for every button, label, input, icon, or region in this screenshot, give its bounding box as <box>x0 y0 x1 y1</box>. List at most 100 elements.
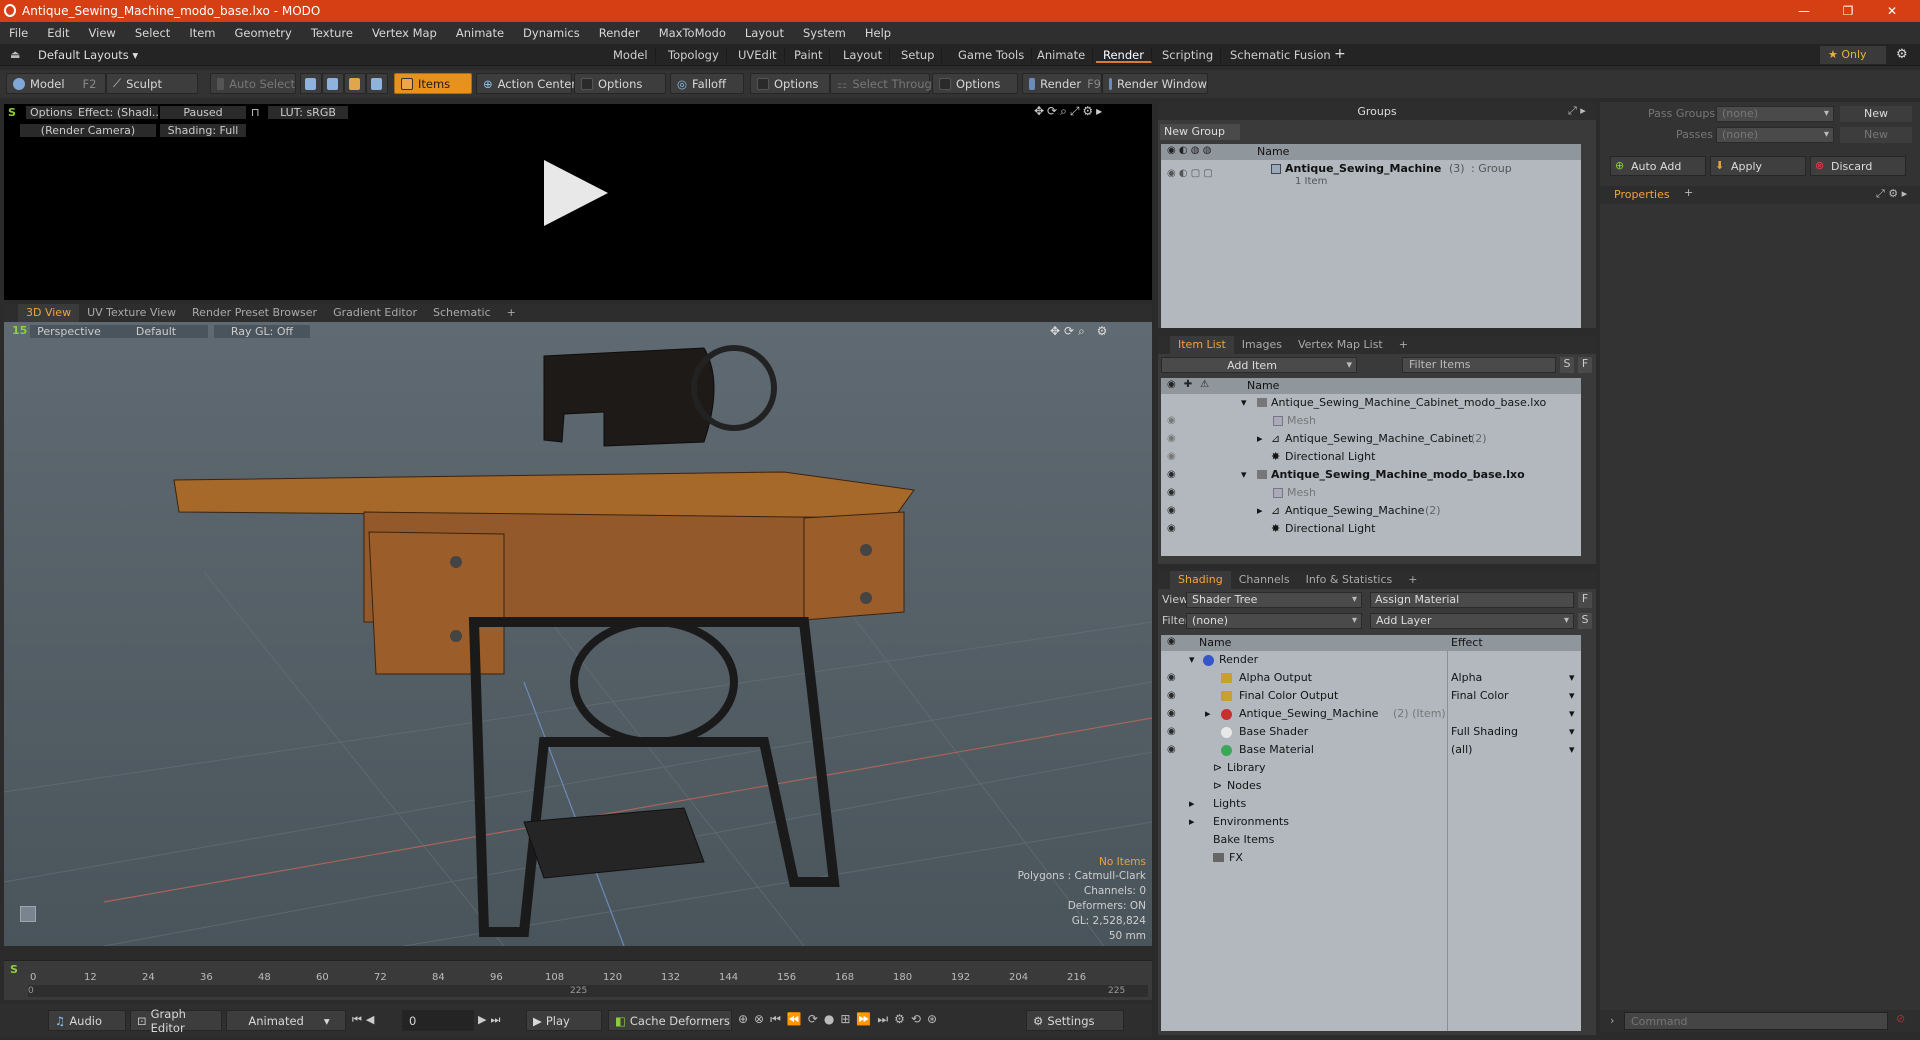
visibility-eye-icon[interactable]: ◉ <box>1167 744 1179 756</box>
pass-groups-dropdown[interactable]: (none) <box>1716 106 1834 122</box>
perspective-dropdown[interactable]: Perspective <box>30 325 108 338</box>
menu-edit[interactable]: Edit <box>38 26 79 40</box>
list-item-directional-light-1[interactable]: ◉ ✸ Directional Light <box>1161 448 1581 466</box>
list-item-cabinet-file[interactable]: ▾ Antique_Sewing_Machine_Cabinet_modo_ba… <box>1161 394 1581 412</box>
tab-channels[interactable]: Channels <box>1231 571 1298 589</box>
layout-gear-icon[interactable]: ⚙ <box>1896 47 1908 62</box>
graph-editor-button[interactable]: ⊡ Graph Editor <box>130 1007 222 1035</box>
visibility-eye-icon[interactable]: ◉ <box>1167 469 1179 481</box>
menu-texture[interactable]: Texture <box>302 26 363 40</box>
tab-game-tools[interactable]: Game Tools <box>951 47 1033 63</box>
tab-shading[interactable]: Shading <box>1170 571 1231 589</box>
assign-material-button[interactable]: Assign Material <box>1370 592 1574 608</box>
list-item-cabinet-group[interactable]: ◉ ▸ ⊿ Antique_Sewing_Machine_Cabinet (2) <box>1161 430 1581 448</box>
shader-row-lights[interactable]: ▸ Lights <box>1161 795 1581 813</box>
play-render-icon[interactable] <box>544 160 608 226</box>
visibility-eye-icon[interactable]: ◉ <box>1167 708 1179 720</box>
shader-row-base-material[interactable]: ◉ Base Material (all) ▾ <box>1161 741 1581 759</box>
tab-model[interactable]: Model <box>606 47 656 63</box>
lock-icon[interactable]: ⊓ <box>251 106 260 119</box>
item-list[interactable]: ◉✚⚠ Name ▾ Antique_Sewing_Machine_Cabine… <box>1161 378 1581 556</box>
render-button[interactable]: Render F9 <box>1022 73 1102 94</box>
select-vertices-button[interactable] <box>300 73 322 94</box>
tab-setup[interactable]: Setup <box>894 47 943 63</box>
sculpt-mode-button[interactable]: ⟋ Sculpt <box>106 73 198 94</box>
visibility-eye-icon[interactable]: ◉ <box>1167 505 1179 517</box>
tab-info-statistics[interactable]: Info & Statistics <box>1298 571 1401 589</box>
filter-items-input[interactable]: Filter Items <box>1402 357 1556 373</box>
discard-button[interactable]: ⊗ Discard <box>1810 156 1906 176</box>
close-button[interactable]: ✕ <box>1870 0 1914 22</box>
chevron-down-icon[interactable]: ▾ <box>1569 687 1575 705</box>
shader-item-effect[interactable]: Full Shading <box>1451 723 1518 741</box>
command-expand-icon[interactable]: › <box>1610 1014 1614 1027</box>
shader-row-nodes[interactable]: ⊳ Nodes <box>1161 777 1581 795</box>
auto-add-button[interactable]: ⊕ Auto Add <box>1610 156 1706 176</box>
tab-uvedit[interactable]: UVEdit <box>731 47 785 63</box>
item-list-s-button[interactable]: S <box>1560 357 1574 373</box>
render-window-button[interactable]: Render Window <box>1102 73 1208 94</box>
menu-file[interactable]: File <box>0 26 38 40</box>
add-tab-button[interactable]: + <box>1334 46 1346 62</box>
list-item-directional-light-2[interactable]: ◉ ✸ Directional Light <box>1161 520 1581 538</box>
current-frame-input[interactable]: 0 <box>402 1010 474 1031</box>
shader-row-environments[interactable]: ▸ Environments <box>1161 813 1581 831</box>
shader-row-fx[interactable]: FX <box>1161 849 1581 867</box>
restore-button[interactable]: ❐ <box>1826 0 1870 22</box>
apply-button[interactable]: ⬇ Apply <box>1710 156 1806 176</box>
tab-render-preset-browser[interactable]: Render Preset Browser <box>184 304 325 322</box>
tab-topology[interactable]: Topology <box>661 47 727 63</box>
tab-scripting[interactable]: Scripting <box>1155 47 1222 63</box>
render-preview[interactable]: Options Effect: (Shadi... Paused ⊓ LUT: … <box>4 104 1152 300</box>
menu-item[interactable]: Item <box>180 26 225 40</box>
transport-forward-controls[interactable]: ▶⏭ <box>478 1013 504 1027</box>
visibility-eye-icon[interactable]: ◉ <box>1167 487 1179 499</box>
new-group-button[interactable]: New Group <box>1160 124 1240 140</box>
visibility-eye-icon[interactable]: ◉ <box>1167 433 1179 445</box>
chevron-down-icon[interactable]: ▾ <box>1569 741 1575 759</box>
visibility-eye-icon[interactable]: ◉ <box>1167 415 1179 427</box>
menu-system[interactable]: System <box>794 26 856 40</box>
add-shading-tab[interactable]: + <box>1400 571 1425 589</box>
view-dropdown[interactable]: Shader Tree <box>1186 592 1362 608</box>
shader-row-final-color-output[interactable]: ◉ Final Color Output Final Color ▾ <box>1161 687 1581 705</box>
shading-s-button[interactable]: S <box>1578 613 1592 629</box>
new-pass-button[interactable]: New <box>1840 127 1912 143</box>
tab-uv-texture-view[interactable]: UV Texture View <box>79 304 184 322</box>
chevron-down-icon[interactable]: ▾ <box>1569 723 1575 741</box>
add-view-tab-button[interactable]: + <box>499 304 524 322</box>
group-item-name[interactable]: Antique_Sewing_Machine <box>1285 162 1441 175</box>
groups-expand-icon[interactable]: ⤢ ▸ <box>1568 104 1586 118</box>
cache-deformers-button[interactable]: ◧ Cache Deformers <box>608 1010 732 1031</box>
add-item-list-tab[interactable]: + <box>1391 336 1416 354</box>
tab-render[interactable]: Render <box>1096 47 1152 63</box>
item-list-f-button[interactable]: F <box>1578 357 1592 373</box>
shader-row-material-group[interactable]: ◉ ▸ Antique_Sewing_Machine (2) (Item) ▾ <box>1161 705 1581 723</box>
shading-dropdown[interactable]: Shading: Full <box>160 124 246 137</box>
layout-home-icon[interactable]: ⏏ <box>10 48 20 61</box>
properties-expand-icon[interactable]: ⤢ ⚙ ▸ <box>1876 187 1907 201</box>
render-paused-status[interactable]: Paused <box>160 106 246 119</box>
items-mode-button[interactable]: Items <box>394 73 472 94</box>
select-edges-button[interactable] <box>322 73 344 94</box>
only-toggle[interactable]: ★ Only <box>1820 46 1886 64</box>
default-dropdown[interactable]: Default <box>104 325 208 338</box>
shader-row-base-shader[interactable]: ◉ Base Shader Full Shading ▾ <box>1161 723 1581 741</box>
auto-select-button[interactable]: Auto Select <box>210 73 296 94</box>
select-polygons-button[interactable] <box>344 73 366 94</box>
menu-view[interactable]: View <box>80 26 126 40</box>
list-item-machine-group[interactable]: ◉ ▸ ⊿ Antique_Sewing_Machine (2) <box>1161 502 1581 520</box>
visibility-eye-icon[interactable]: ◉ <box>1167 672 1179 684</box>
render-camera-dropdown[interactable]: (Render Camera) <box>20 124 156 137</box>
tab-animate[interactable]: Animate <box>1030 47 1094 63</box>
tab-gradient-editor[interactable]: Gradient Editor <box>325 304 425 322</box>
play-button[interactable]: ▶ Play <box>526 1010 602 1031</box>
shader-row-alpha-output[interactable]: ◉ Alpha Output Alpha ▾ <box>1161 669 1581 687</box>
lut-dropdown[interactable]: LUT: sRGB <box>268 106 348 119</box>
shader-item-effect[interactable]: (all) <box>1451 741 1472 759</box>
passes-dropdown[interactable]: (none) <box>1716 127 1834 143</box>
tab-paint[interactable]: Paint <box>787 47 831 63</box>
tab-vertex-map-list[interactable]: Vertex Map List <box>1290 336 1391 354</box>
add-item-dropdown[interactable]: Add Item ▾ <box>1161 357 1357 373</box>
model-mode-button[interactable]: Model F2 <box>6 73 106 94</box>
